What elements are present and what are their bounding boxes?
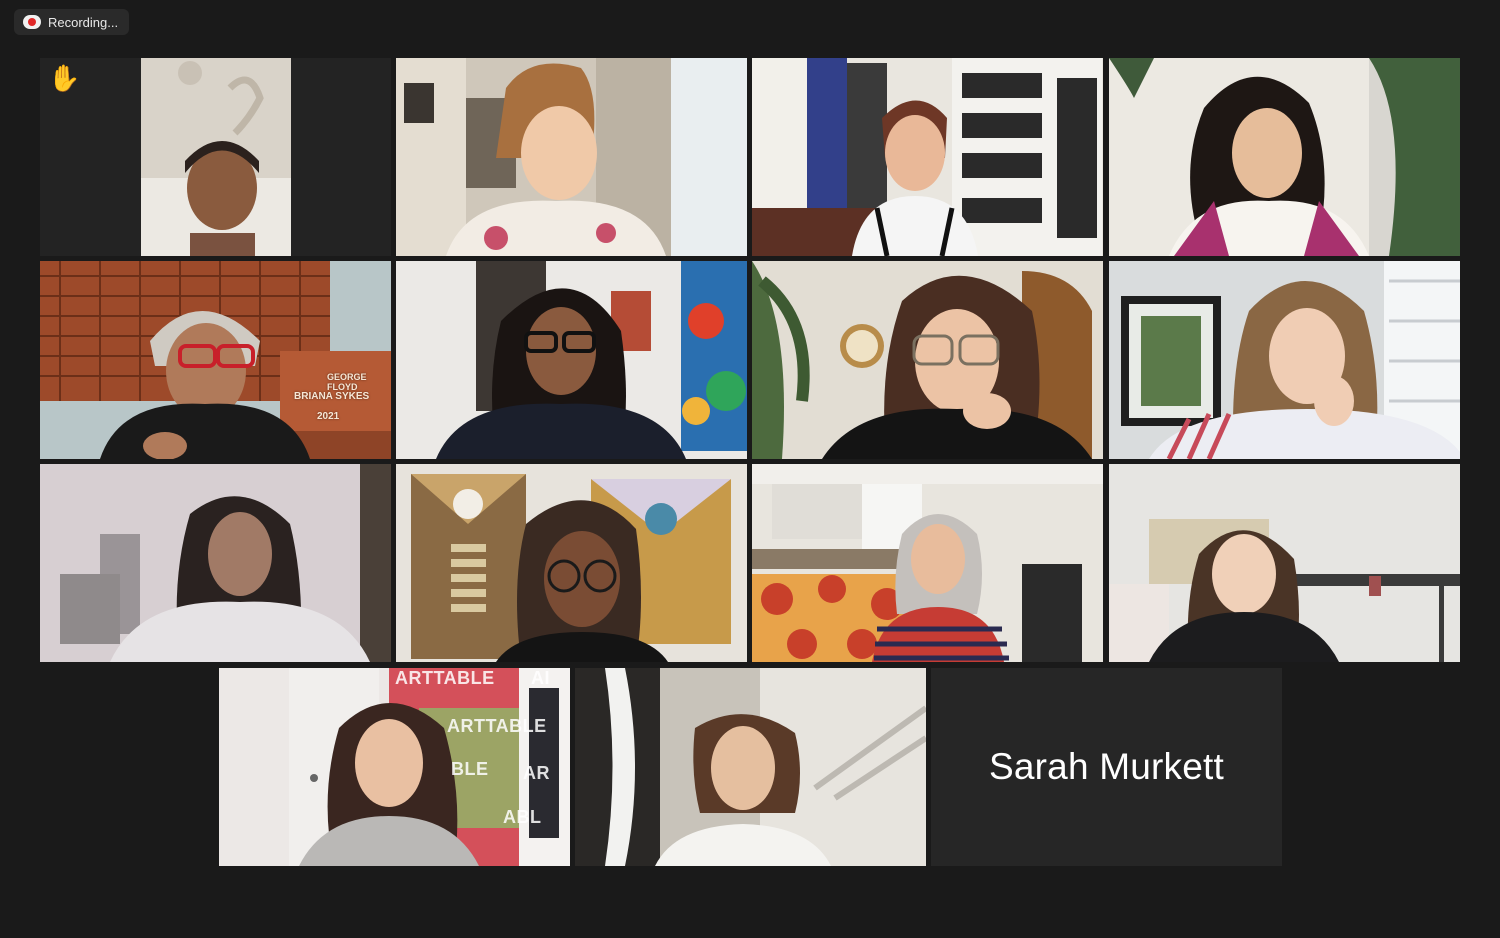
banner-text: AR <box>523 763 550 783</box>
participant-video-8 <box>1109 261 1460 459</box>
recording-indicator[interactable]: Recording... <box>14 9 130 35</box>
participant-video-tile-14[interactable] <box>575 668 926 866</box>
participant-name: Sarah Murkett <box>989 746 1224 787</box>
participant-video-9 <box>40 464 391 662</box>
banner-text: AI <box>531 668 550 688</box>
participant-video-2 <box>396 58 747 256</box>
participant-video-tile-4[interactable] <box>1109 58 1460 256</box>
participant-video-tile-3[interactable] <box>752 58 1103 256</box>
participant-video-10 <box>396 464 747 662</box>
participant-video-tile-8[interactable] <box>1109 261 1460 459</box>
participant-video-tile-5[interactable]: GEORGE FLOYD BRIANA SYKES 2021 <box>40 261 391 459</box>
participant-video-1 <box>40 58 391 256</box>
brick-label: GEORGE FLOYD <box>327 372 367 392</box>
participant-video-tile-6[interactable] <box>396 261 747 459</box>
participant-video-7 <box>752 261 1103 459</box>
participant-video-tile-1[interactable]: ✋ <box>40 58 391 256</box>
banner-text: BLE <box>451 759 489 779</box>
participant-video-4 <box>1109 58 1460 256</box>
participant-video-tile-13[interactable]: ARTTABLE ARTTABLE BLE ABL AR AI <box>219 668 570 866</box>
participant-video-tile-12[interactable] <box>1109 464 1460 662</box>
participant-video-6 <box>396 261 747 459</box>
participant-video-tile-9[interactable] <box>40 464 391 662</box>
cloud-recording-icon <box>23 15 41 29</box>
banner-text: ARTTABLE <box>447 716 547 736</box>
raised-hand-icon: ✋ <box>48 64 81 94</box>
participant-video-14 <box>575 668 926 866</box>
participant-video-tile-11[interactable] <box>752 464 1103 662</box>
participant-video-3 <box>752 58 1103 256</box>
participant-video-tile-10[interactable] <box>396 464 747 662</box>
participant-video-tile-2[interactable] <box>396 58 747 256</box>
brick-label: BRIANA SYKES <box>294 391 370 402</box>
banner-text: ARTTABLE <box>395 668 495 688</box>
zoom-gallery-view: Recording... ✋ GEORGE FLOYD BRIANA SYKES… <box>0 0 1500 938</box>
participant-video-12 <box>1109 464 1460 662</box>
brick-label: 2021 <box>317 411 340 422</box>
participant-video-13 <box>219 668 570 866</box>
participant-video-5 <box>40 261 391 459</box>
participant-video-tile-7[interactable] <box>752 261 1103 459</box>
participant-video-11 <box>752 464 1103 662</box>
banner-text: ABL <box>503 807 542 827</box>
recording-label: Recording... <box>48 14 119 30</box>
participant-name-tile[interactable]: Sarah Murkett <box>931 668 1282 866</box>
